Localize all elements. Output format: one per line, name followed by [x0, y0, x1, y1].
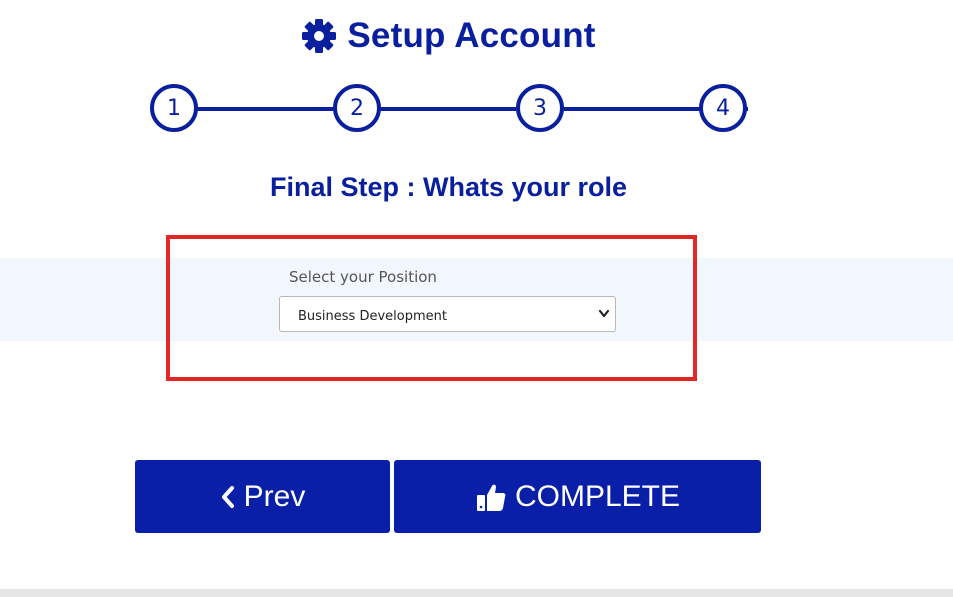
step-heading: Final Step : Whats your role	[269, 172, 628, 202]
gear-icon	[302, 19, 337, 53]
chevron-left-icon	[221, 485, 234, 508]
complete-button[interactable]: COMPLETE	[394, 460, 761, 533]
position-select[interactable]: Business Development	[279, 296, 616, 332]
position-select-value: Business Development	[298, 309, 447, 324]
chevron-down-icon	[598, 309, 610, 318]
step-4[interactable]: 4	[699, 84, 747, 132]
thumbs-up-icon	[476, 484, 506, 511]
step-3[interactable]: 3	[516, 84, 564, 132]
prev-button-label: Prev	[243, 479, 306, 513]
progress-stepper: 1 2 3 4	[148, 82, 748, 136]
position-label: Select your Position	[289, 268, 437, 286]
complete-button-label: COMPLETE	[514, 479, 681, 513]
page-title: Setup Account	[347, 16, 596, 55]
footer-bar	[0, 589, 953, 597]
page-header: Setup Account	[0, 12, 897, 60]
step-2[interactable]: 2	[333, 84, 381, 132]
step-1[interactable]: 1	[150, 84, 198, 132]
prev-button[interactable]: Prev	[135, 460, 390, 533]
stepper-line	[168, 107, 748, 111]
